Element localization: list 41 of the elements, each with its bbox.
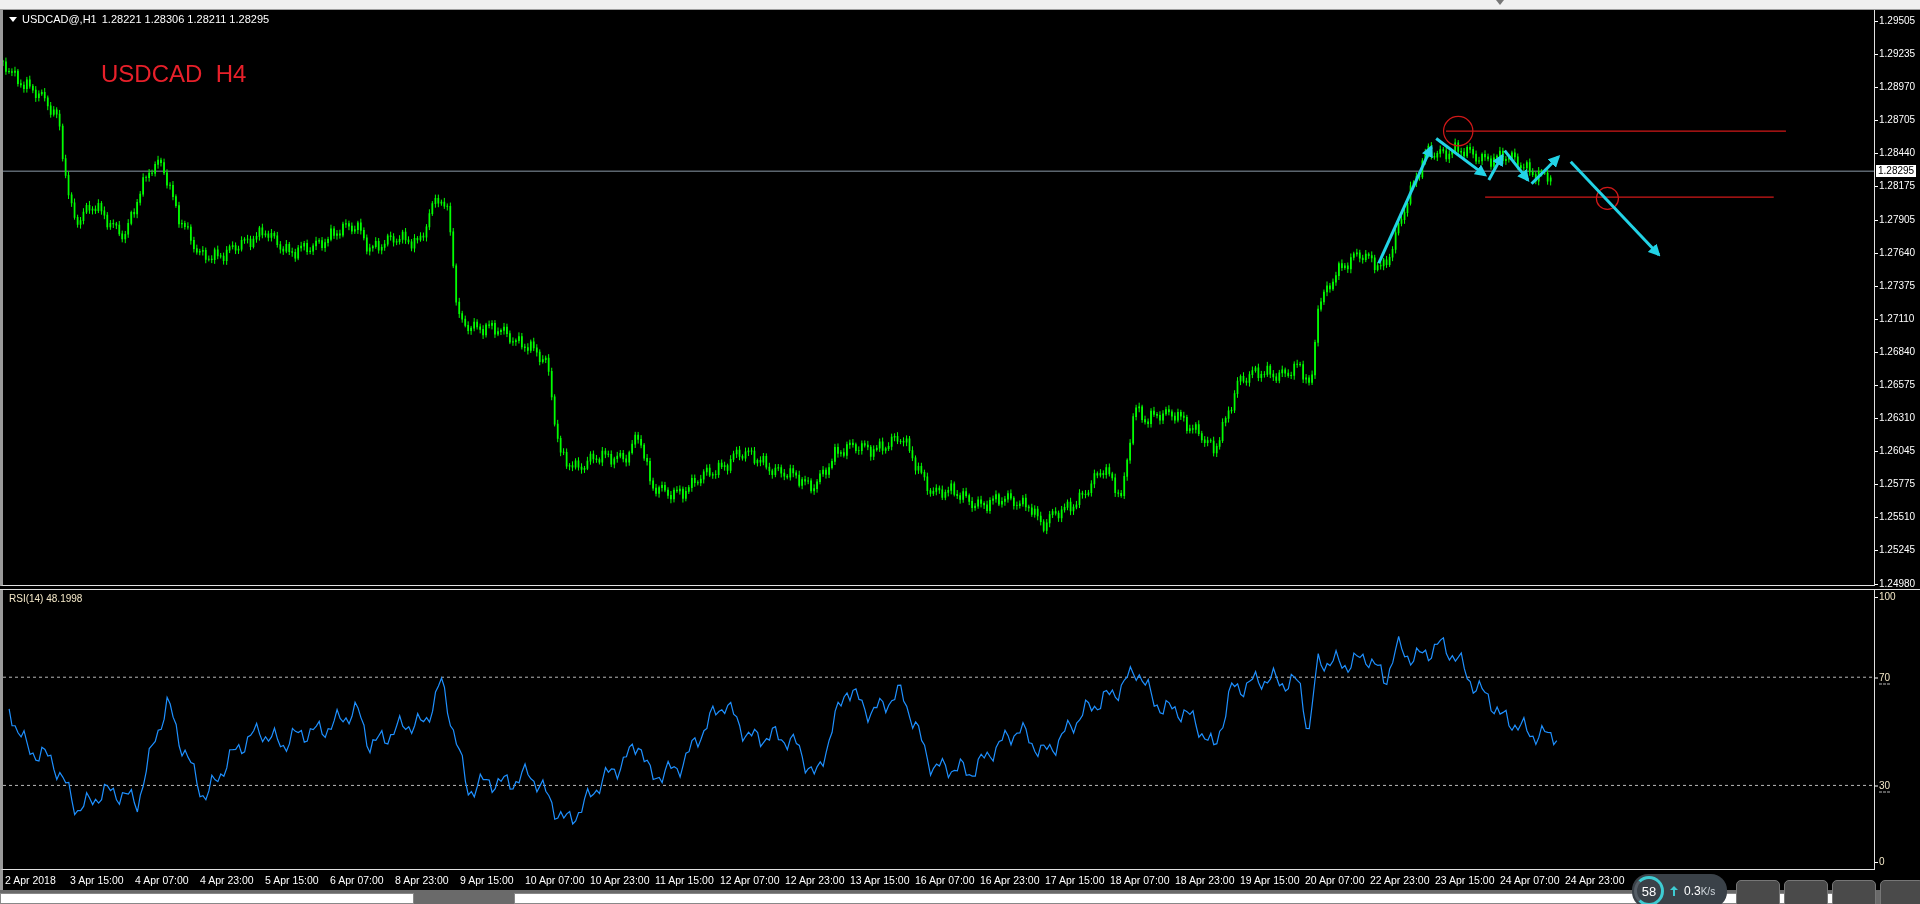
dock-tab[interactable] — [1784, 880, 1828, 904]
time-tick: 5 Apr 15:00 — [265, 874, 319, 886]
time-tick: 10 Apr 07:00 — [525, 874, 585, 886]
time-tick: 18 Apr 23:00 — [1175, 874, 1235, 886]
rsi-label: RSI(14) 48.1998 — [9, 593, 83, 604]
dropdown-icon[interactable] — [9, 16, 17, 22]
time-tick: 19 Apr 15:00 — [1240, 874, 1300, 886]
time-tick: 10 Apr 23:00 — [590, 874, 650, 886]
time-tick: 12 Apr 07:00 — [720, 874, 780, 886]
speed-value: 0.3K/s — [1684, 884, 1716, 898]
time-tick: 17 Apr 15:00 — [1045, 874, 1105, 886]
time-tick: 4 Apr 07:00 — [135, 874, 189, 886]
time-tick: 6 Apr 07:00 — [330, 874, 384, 886]
dock-tab[interactable] — [1832, 880, 1876, 904]
time-tick: 22 Apr 23:00 — [1370, 874, 1430, 886]
time-tick: 20 Apr 07:00 — [1305, 874, 1365, 886]
current-price-label: 1.28295 — [1876, 165, 1917, 178]
time-tick: 4 Apr 23:00 — [200, 874, 254, 886]
time-tick: 16 Apr 07:00 — [915, 874, 975, 886]
circle-marker — [1595, 186, 1619, 210]
dock-tab[interactable] — [1880, 880, 1920, 904]
time-tick: 24 Apr 23:00 — [1565, 874, 1625, 886]
chart-annotation: USDCAD H4 — [101, 60, 247, 88]
upload-arrow-icon — [1670, 886, 1678, 896]
time-tick: 23 Apr 15:00 — [1435, 874, 1495, 886]
time-tick: 3 Apr 15:00 — [70, 874, 124, 886]
time-tick: 9 Apr 15:00 — [460, 874, 514, 886]
chart-symbol: USDCAD@,H1 — [22, 13, 97, 25]
time-tick: 12 Apr 23:00 — [785, 874, 845, 886]
circle-marker — [1442, 115, 1474, 147]
time-tick: 2 Apr 2018 — [5, 874, 56, 886]
ohlc-values: 1.28221 1.28306 1.28211 1.28295 — [101, 13, 270, 25]
time-tick: 24 Apr 07:00 — [1500, 874, 1560, 886]
time-tick: 18 Apr 07:00 — [1110, 874, 1170, 886]
scroll-marker-icon — [1496, 0, 1504, 5]
time-tick: 11 Apr 15:00 — [655, 874, 714, 886]
usage-gauge: 58 — [1634, 876, 1664, 904]
time-tick: 16 Apr 23:00 — [980, 874, 1040, 886]
dock-tab[interactable] — [1736, 880, 1780, 904]
time-tick: 13 Apr 15:00 — [850, 874, 910, 886]
time-tick: 8 Apr 23:00 — [395, 874, 449, 886]
